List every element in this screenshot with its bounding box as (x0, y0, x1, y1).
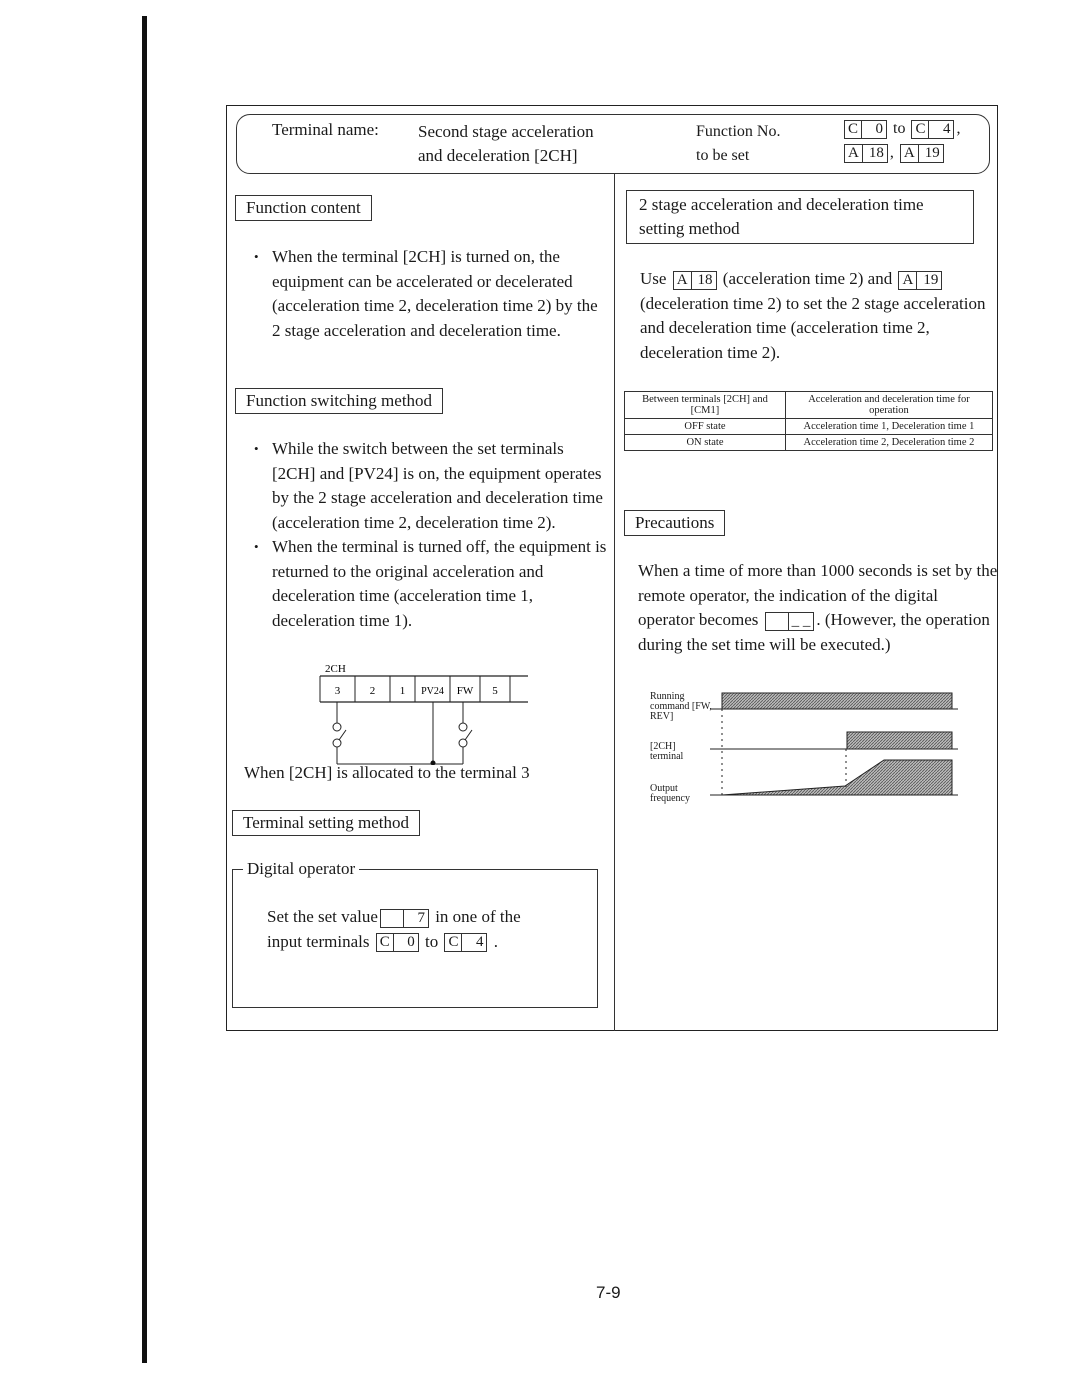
switch-contact-icon (332, 738, 342, 748)
section-title-setting-method: 2 stage acceleration and deceleration ti… (626, 190, 974, 244)
text: input terminals (267, 931, 370, 951)
text: Set the set value (267, 907, 378, 926)
setting-method-text: Use A 18 (acceleration time 2) and A 19 (d… (640, 267, 995, 365)
display-indicator-box: _ _ (764, 611, 815, 631)
code-box: C0 (375, 933, 419, 953)
code-number: 18 (861, 144, 887, 162)
switch-contact-icon (458, 738, 468, 748)
code-box: A 19 (899, 143, 944, 163)
code-letter: C (915, 120, 926, 137)
function-content-list: When the terminal [2CH] is turned on, th… (248, 245, 608, 343)
terminal-name-line1: Second stage acceleration (418, 122, 594, 141)
to-word: to (893, 120, 906, 137)
terminal-name: Second stage acceleration and decelerati… (418, 120, 594, 168)
table-cell: OFF state (624, 418, 786, 435)
digital-operator-label: Digital operator (243, 859, 360, 879)
terminal-label: 1 (400, 685, 406, 697)
section-title-terminal-setting: Terminal setting method (232, 810, 420, 836)
function-codes-line2: A 18, A 19 (842, 141, 960, 165)
operation-table: Between terminals [2CH] and [CM1] Accele… (624, 391, 994, 451)
code-box: C4 (911, 119, 955, 139)
code-box: C4 (444, 933, 488, 953)
terminal-label: FW (457, 685, 474, 697)
running-command-signal (721, 692, 953, 710)
code-number: 0 (861, 120, 886, 138)
terminal-setting-line2: input terminals C0 to C4 . (267, 930, 597, 955)
terminal-name-line2: and deceleration [2CH] (418, 146, 578, 165)
code-number: 19 (917, 144, 943, 162)
page-number: 7-9 (596, 1283, 621, 1302)
terminal-label: 3 (335, 685, 341, 697)
table-cell: Acceleration time 1, Deceleration time 1 (784, 418, 994, 435)
output-frequency-signal (721, 759, 953, 796)
text: (deceleration time 2) to set the 2 stage… (640, 293, 986, 362)
switch-lever-icon (464, 729, 473, 741)
function-codes-line1: C0 to C4, (842, 117, 960, 141)
binding-bar (142, 16, 147, 1363)
wiring-caption: When [2CH] is allocated to the terminal … (244, 763, 530, 782)
list-item: When the terminal [2CH] is turned on, th… (248, 245, 608, 343)
code-box: A 18 (844, 143, 888, 163)
function-no-line2: to be set (696, 147, 750, 164)
list-item: When the terminal is turned off, the equ… (248, 535, 608, 633)
list-item: While the switch between the set termina… (248, 437, 608, 535)
terminal-label: 5 (492, 685, 498, 697)
code-letter: A (848, 144, 859, 161)
code-letter: A (676, 271, 688, 288)
wiring-diagram: 2CH 3 2 1 PV24 FW 5 (319, 663, 528, 765)
code-box: A 18 (672, 270, 717, 290)
switch-lever-icon (338, 729, 347, 741)
terminal-name-label: Terminal name: (272, 120, 379, 139)
code-letter (381, 910, 403, 927)
to-word: to (424, 931, 439, 951)
terminal-label: 2 (370, 685, 376, 697)
text: Use (640, 269, 667, 288)
function-switching-list: While the switch between the set termina… (248, 437, 608, 633)
set-value-box: 7 (379, 908, 429, 928)
text: . (493, 931, 498, 951)
code-letter: C (379, 934, 390, 951)
code-number: 18 (690, 271, 716, 289)
code-box: C0 (844, 119, 888, 139)
code-letter: C (848, 120, 859, 137)
function-codes: C0 to C4, A 18, A 19 (842, 117, 960, 165)
function-no-line1: Function No. (696, 123, 781, 140)
section-title-precautions: Precautions (624, 510, 726, 536)
table-header-row: Between terminals [2CH] and [CM1] Accele… (624, 391, 994, 419)
2ch-signal (846, 731, 953, 750)
section-title-function-content: Function content (235, 195, 372, 221)
code-letter: A (903, 144, 915, 161)
function-no-label: Function No. to be set (696, 120, 780, 168)
terminal-label: PV24 (421, 686, 444, 697)
text: in one of the (435, 907, 521, 926)
code-number: 4 (461, 934, 486, 952)
code-letter: C (448, 934, 459, 951)
table-row: OFF state Acceleration time 1, Decelerat… (624, 418, 994, 435)
table-header: Between terminals [2CH] and [CM1] (624, 391, 786, 419)
code-number: _ _ (787, 612, 814, 630)
timing-chart (710, 692, 958, 796)
precautions-text: When a time of more than 1000 seconds is… (638, 559, 998, 657)
code-box: A 19 (898, 270, 943, 290)
switch-contact-icon (332, 722, 342, 732)
code-number: 0 (392, 934, 418, 952)
section-title-function-switching: Function switching method (235, 388, 444, 414)
code-number: 4 (928, 120, 953, 138)
column-divider (614, 174, 615, 1031)
code-number: 19 (916, 271, 941, 289)
wiring-top-label: 2CH (325, 663, 346, 675)
table-row: ON state Acceleration time 2, Decelerati… (624, 434, 994, 451)
code-number: 7 (402, 909, 428, 927)
text: (acceleration time 2) and (722, 269, 893, 288)
terminal-setting-text: Set the set value 7 in one of the input t… (267, 905, 597, 954)
code-letter (766, 613, 788, 630)
code-letter: A (902, 271, 914, 288)
table-header: Acceleration and deceleration time for o… (784, 391, 994, 419)
table-cell: Acceleration time 2, Deceleration time 2 (784, 434, 994, 451)
table-cell: ON state (624, 434, 786, 451)
terminal-setting-line1: Set the set value 7 in one of the (267, 905, 597, 930)
switch-contact-icon (458, 722, 468, 732)
